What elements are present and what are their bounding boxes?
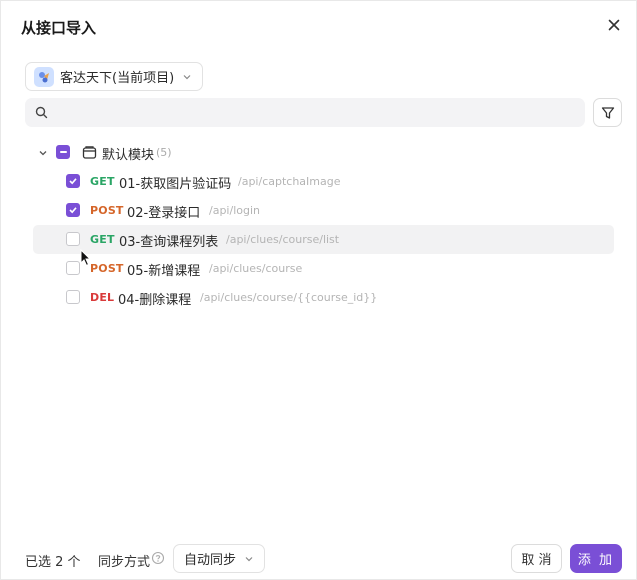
- api-name: 01-获取图片验证码: [119, 177, 232, 192]
- api-name: 03-查询课程列表: [119, 235, 219, 250]
- close-button[interactable]: [604, 15, 624, 35]
- add-button[interactable]: 添 加: [570, 544, 622, 573]
- project-select-value: 客达天下(当前项目): [60, 71, 175, 86]
- api-name: 02-登录接口: [127, 206, 201, 221]
- tree-group-row[interactable]: 默认模块 (5): [33, 138, 614, 167]
- filter-icon: [601, 106, 614, 119]
- api-checkbox[interactable]: [66, 174, 80, 188]
- method-badge: DEL: [90, 291, 115, 304]
- chevron-down-icon[interactable]: [38, 148, 48, 158]
- method-badge: GET: [90, 233, 115, 246]
- api-row[interactable]: GET 03-查询课程列表 /api/clues/course/list: [33, 225, 614, 254]
- project-select[interactable]: 客达天下(当前项目): [25, 62, 204, 91]
- module-icon: [82, 146, 97, 159]
- api-checkbox[interactable]: [66, 232, 80, 246]
- search-bar: [25, 98, 585, 127]
- project-avatar-icon: [34, 66, 54, 87]
- api-name: 05-新增课程: [127, 264, 201, 279]
- chevron-down-icon: [183, 74, 191, 79]
- api-row[interactable]: DEL 04-删除课程 /api/clues/course/{{course_i…: [33, 283, 614, 312]
- filter-button[interactable]: [593, 98, 622, 127]
- search-input[interactable]: [56, 105, 556, 120]
- api-row[interactable]: POST 05-新增课程 /api/clues/course: [33, 254, 614, 283]
- import-dialog: 从接口导入 客达天下(当前项目) 默认模块 (5) GET 01-获取图片验证码…: [0, 0, 637, 580]
- api-name: 04-删除课程: [118, 293, 192, 308]
- cancel-button[interactable]: 取 消: [511, 544, 562, 573]
- api-path: /api/clues/course/{{course_id}}: [200, 291, 378, 304]
- api-checkbox[interactable]: [66, 290, 80, 304]
- api-row[interactable]: GET 01-获取图片验证码 /api/captchaImage: [33, 167, 614, 196]
- sync-label: 同步方式: [98, 555, 151, 570]
- group-count: (5): [156, 146, 172, 159]
- close-icon: [608, 19, 620, 31]
- api-path: /api/login: [209, 204, 260, 217]
- selected-count: 已选 2 个: [25, 555, 81, 570]
- api-path: /api/clues/course: [209, 262, 303, 275]
- api-path: /api/captchaImage: [238, 175, 341, 188]
- help-icon[interactable]: [151, 551, 165, 565]
- api-checkbox[interactable]: [66, 203, 80, 217]
- mouse-cursor-icon: [80, 249, 92, 267]
- sync-mode-select[interactable]: 自动同步: [173, 544, 266, 573]
- sync-mode-value: 自动同步: [184, 553, 237, 568]
- method-badge: GET: [90, 175, 115, 188]
- api-path: /api/clues/course/list: [226, 233, 340, 246]
- group-label: 默认模块: [102, 148, 155, 163]
- method-badge: POST: [90, 262, 124, 275]
- dialog-title: 从接口导入: [21, 19, 97, 37]
- chevron-down-icon: [245, 556, 253, 561]
- method-badge: POST: [90, 204, 124, 217]
- api-row[interactable]: POST 02-登录接口 /api/login: [33, 196, 614, 225]
- search-icon: [35, 106, 48, 119]
- api-checkbox[interactable]: [66, 261, 80, 275]
- group-checkbox[interactable]: [56, 145, 70, 159]
